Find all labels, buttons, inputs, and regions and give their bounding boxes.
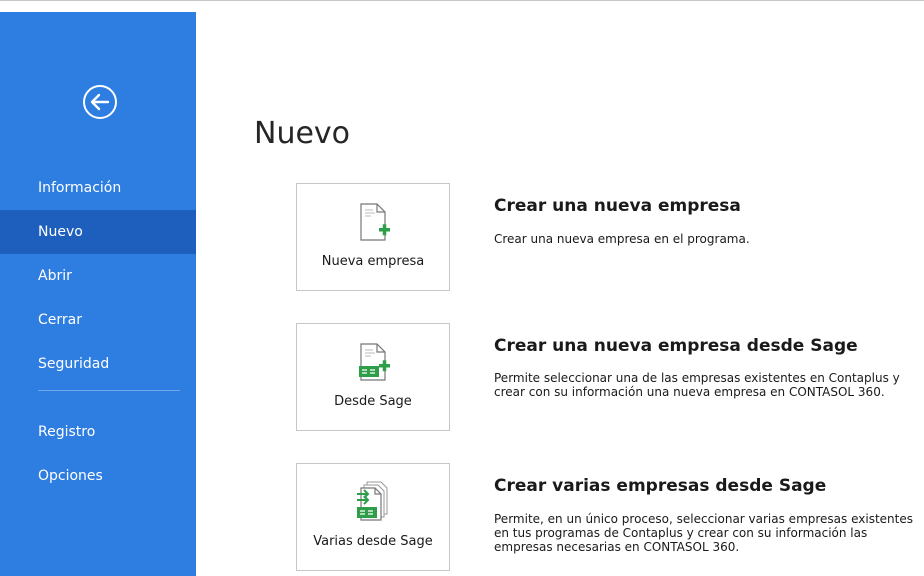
sidebar-item-nuevo[interactable]: Nuevo <box>0 210 196 254</box>
back-button[interactable] <box>82 84 118 120</box>
window-top-border <box>0 0 924 1</box>
tile-label: Varias desde Sage <box>313 534 433 549</box>
sidebar-item-registro[interactable]: Registro <box>0 410 196 454</box>
backstage-sidebar: Información Nuevo Abrir Cerrar Seguridad… <box>0 12 196 576</box>
tile-label: Desde Sage <box>334 394 412 409</box>
desde-sage-tile[interactable]: Desde Sage <box>296 323 450 431</box>
sidebar-item-opciones[interactable]: Opciones <box>0 454 196 498</box>
sidebar-item-informacion[interactable]: Información <box>0 166 196 210</box>
option-title: Crear una nueva empresa <box>494 196 741 216</box>
varias-desde-sage-tile[interactable]: Varias desde Sage <box>296 463 450 571</box>
tile-label: Nueva empresa <box>321 254 425 269</box>
new-document-icon <box>360 203 390 241</box>
back-arrow-icon <box>83 85 117 119</box>
option-title: Crear una nueva empresa desde Sage <box>494 336 858 356</box>
multi-sage-document-icon <box>357 481 388 521</box>
sidebar-item-cerrar[interactable]: Cerrar <box>0 298 196 342</box>
sidebar-divider <box>38 390 180 391</box>
nueva-empresa-tile[interactable]: Nueva empresa <box>296 183 450 291</box>
page-title: Nuevo <box>254 116 351 151</box>
option-description: Crear una nueva empresa en el programa. <box>494 232 750 246</box>
option-description: Permite seleccionar una de las empresas … <box>494 371 900 399</box>
sage-document-icon <box>359 343 390 381</box>
sidebar-item-seguridad[interactable]: Seguridad <box>0 342 196 386</box>
sidebar-item-abrir[interactable]: Abrir <box>0 254 196 298</box>
option-title: Crear varias empresas desde Sage <box>494 476 827 496</box>
option-description: Permite, en un único proceso, selecciona… <box>494 512 913 554</box>
